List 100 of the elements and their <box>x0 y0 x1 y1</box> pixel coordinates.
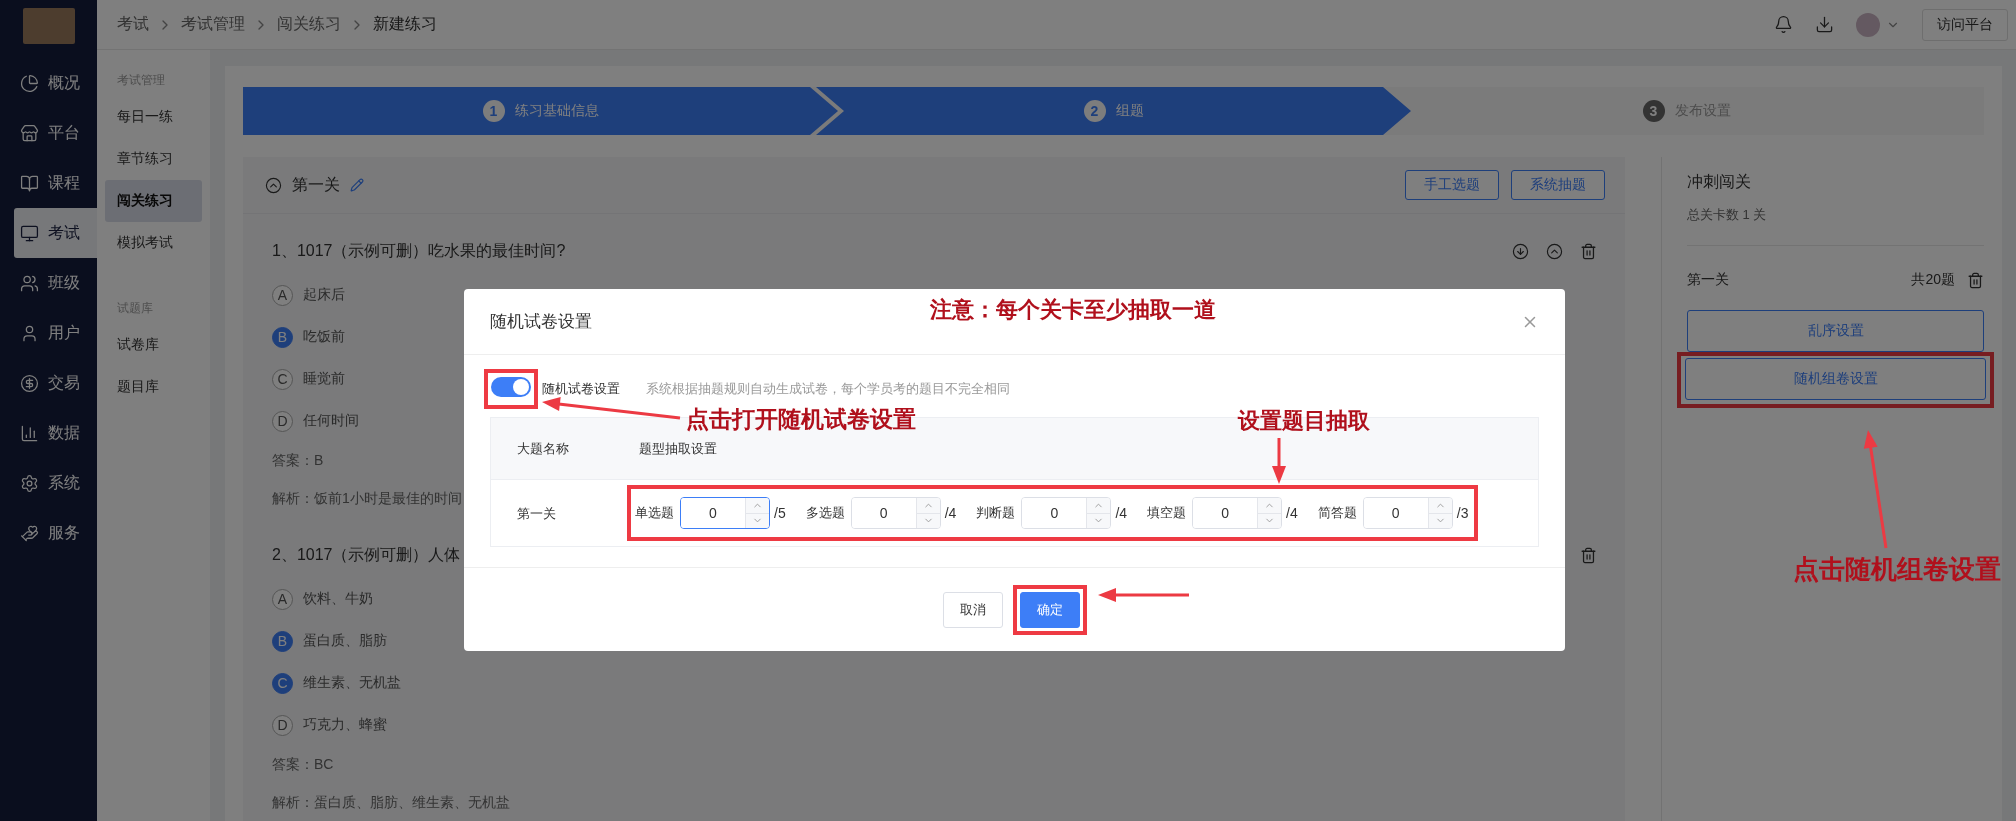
breadcrumb-link[interactable]: 闯关练习 <box>277 14 341 35</box>
nav-item[interactable]: 平台 <box>0 108 97 158</box>
analysis-text: 解析：饭前1小时是最佳的时间 <box>272 489 462 508</box>
edit-icon[interactable] <box>350 178 364 192</box>
delete-icon[interactable] <box>1580 546 1597 564</box>
nav-item[interactable]: 交易 <box>0 358 97 408</box>
nav-item[interactable]: 班级 <box>0 258 97 308</box>
download-icon[interactable] <box>1815 15 1834 34</box>
option-letter: D <box>272 714 293 736</box>
subnav-item[interactable]: 章节练习 <box>105 138 202 180</box>
delete-icon[interactable] <box>1967 271 1984 289</box>
coin-icon <box>20 373 39 393</box>
option-text: 巧克力、蜂蜜 <box>303 716 387 734</box>
book-icon <box>20 173 39 193</box>
pick-questions-button[interactable]: 手工选题 <box>1405 170 1499 200</box>
option-text: 蛋白质、脂肪 <box>303 632 387 650</box>
type-label: 判断题 <box>976 504 1016 522</box>
analysis-text: 解析：蛋白质、脂肪、维生素、无机盐 <box>272 793 510 812</box>
breadcrumb-link[interactable]: 考试 <box>117 14 149 35</box>
option-letter: B <box>272 326 293 348</box>
option-text: 饮料、牛奶 <box>303 590 373 608</box>
pie-chart-icon <box>20 73 39 93</box>
modal-title: 随机试卷设置 <box>490 311 592 333</box>
option-letter: C <box>272 672 293 694</box>
subnav-item[interactable]: 模拟考试 <box>105 222 202 264</box>
option-text: 起床后 <box>303 286 345 304</box>
number-field[interactable]: 0 <box>1362 497 1453 529</box>
nav-item[interactable]: 数据 <box>0 408 97 458</box>
level-name: 第一关 <box>1687 271 1729 289</box>
option-letter: D <box>272 410 293 432</box>
annotation-text: 点击打开随机试卷设置 <box>686 406 916 434</box>
step-number: 3 <box>1642 100 1665 122</box>
nav-item[interactable]: 系统 <box>0 458 97 508</box>
option-letter: C <box>272 368 293 390</box>
bell-icon[interactable] <box>1774 15 1793 34</box>
nav-item[interactable]: 概况 <box>0 58 97 108</box>
number-field[interactable]: 0 <box>1021 497 1112 529</box>
type-total: /4 <box>1286 505 1298 521</box>
collapse-icon[interactable] <box>265 176 282 194</box>
number-field[interactable]: 0 <box>850 497 941 529</box>
type-total: /4 <box>1115 505 1128 521</box>
move-down-icon[interactable] <box>1512 242 1529 260</box>
level-title: 第一关 <box>292 174 340 195</box>
subnav-item[interactable]: 闯关练习 <box>105 180 202 222</box>
option-letter: A <box>272 284 293 306</box>
toggle-switch[interactable] <box>491 377 531 397</box>
nav-item[interactable]: 课程 <box>0 158 97 208</box>
hand-icon <box>20 523 39 543</box>
random-paper-settings-button[interactable]: 随机组卷设置 <box>1685 358 1986 400</box>
summary-title: 冲刺闯关 <box>1687 171 1752 192</box>
breadcrumb-link[interactable]: 考试管理 <box>181 14 245 35</box>
hint-text: 系统根据抽题规则自动生成试卷，每个学员考的题目不完全相同 <box>646 380 1010 398</box>
annotation-arrow <box>1272 438 1286 484</box>
type-total: /5 <box>774 505 786 521</box>
confirm-button[interactable]: 确定 <box>1019 591 1080 628</box>
settings-icon <box>20 473 39 493</box>
column-header: 大题名称 <box>517 441 569 456</box>
breadcrumb-link[interactable]: 新建练习 <box>373 14 437 35</box>
number-field[interactable]: 0 <box>680 497 770 529</box>
option-text: 吃饭前 <box>303 328 345 346</box>
users-icon <box>20 273 39 293</box>
option-letter: A <box>272 588 293 610</box>
question-title: 1、1017（示例可删）吃水果的最佳时间? <box>272 240 566 261</box>
annotation-text: 设置题目抽取 <box>1238 407 1370 435</box>
subnav-item[interactable]: 试卷库 <box>105 324 202 366</box>
step-label: 练习基础信息 <box>514 102 599 120</box>
column-header: 题型抽取设置 <box>639 439 717 458</box>
annotation-text: 注意：每个关卡至少抽取一道 <box>930 296 1216 324</box>
pick-questions-button[interactable]: 系统抽题 <box>1511 170 1605 200</box>
nav-item[interactable]: 考试 <box>14 208 97 258</box>
monitor-icon <box>20 223 39 243</box>
nav-item[interactable]: 用户 <box>0 308 97 358</box>
cancel-button[interactable]: 取消 <box>942 591 1003 628</box>
nav-item[interactable]: 服务 <box>0 508 97 558</box>
move-up-icon[interactable] <box>1546 242 1563 260</box>
option-text: 维生素、无机盐 <box>303 674 401 692</box>
table-cell: 第一关 <box>517 505 556 521</box>
type-total: /4 <box>944 505 957 521</box>
shuffle-settings-button[interactable]: 乱序设置 <box>1687 310 1984 352</box>
type-total: /3 <box>1456 505 1469 521</box>
answer-text: 答案：B <box>272 451 324 470</box>
option-text: 任何时间 <box>303 412 359 430</box>
type-label: 简答题 <box>1317 504 1357 522</box>
avatar[interactable] <box>1856 12 1880 37</box>
type-label: 多选题 <box>805 504 845 522</box>
level-count: 总关卡数 1 关 <box>1687 206 1768 224</box>
step-number: 2 <box>1083 100 1106 122</box>
type-label: 单选题 <box>635 504 674 522</box>
question-total: 共20题 <box>1911 271 1955 289</box>
delete-icon[interactable] <box>1580 242 1597 260</box>
subnav-item[interactable]: 题目库 <box>105 366 202 408</box>
option-letter: B <box>272 630 293 652</box>
question-title: 2、1017（示例可删）人体 <box>272 544 461 565</box>
type-label: 填空题 <box>1147 504 1187 522</box>
subnav-item[interactable]: 每日一练 <box>105 96 202 138</box>
bar-chart-icon <box>20 423 39 443</box>
number-field[interactable]: 0 <box>1192 497 1283 529</box>
answer-text: 答案：BC <box>272 755 334 774</box>
user-icon <box>20 323 39 343</box>
visit-platform-button[interactable]: 访问平台 <box>1922 8 2008 41</box>
